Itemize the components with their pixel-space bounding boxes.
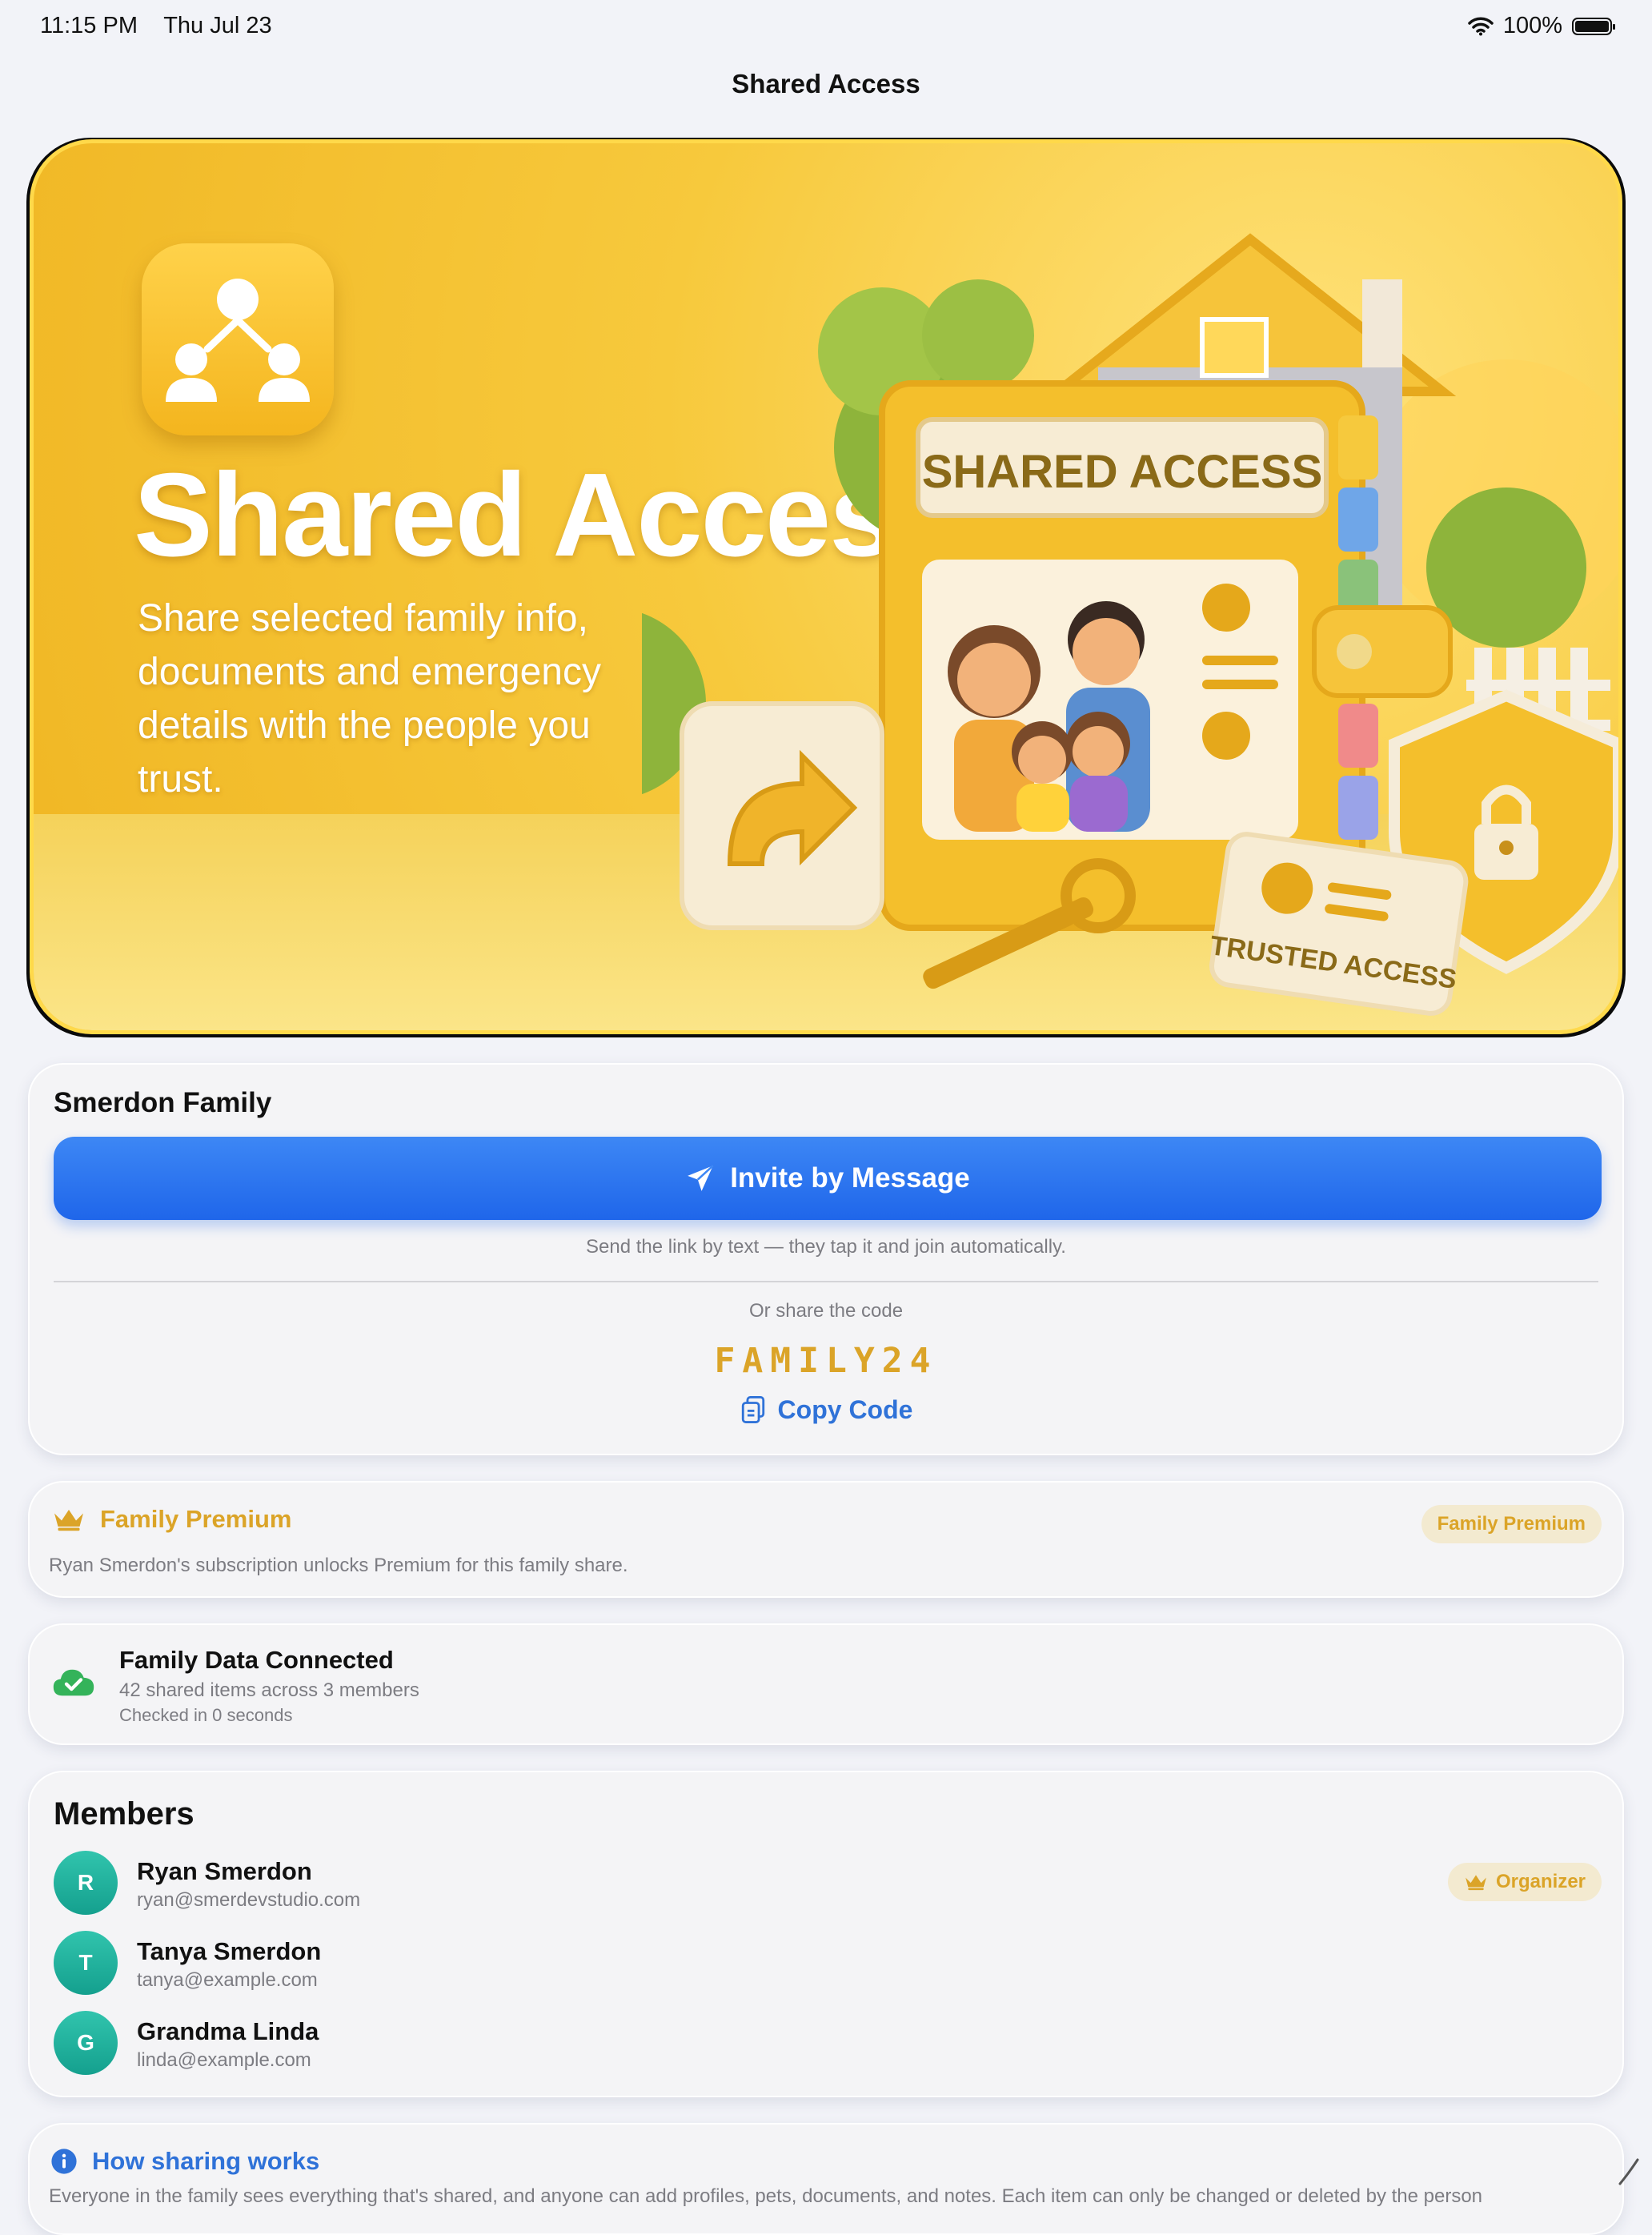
status-date: Thu Jul 23 <box>163 13 272 38</box>
folder-illustration: SHARED ACCESS <box>879 380 1453 931</box>
crown-icon <box>1466 1875 1486 1891</box>
crown-icon <box>54 1510 83 1531</box>
invite-by-message-button[interactable]: Invite by Message <box>54 1137 1602 1220</box>
member-row[interactable]: T Tanya Smerdon tanya@example.com <box>54 1931 1602 1998</box>
member-email: ryan@smerdevstudio.com <box>137 1889 361 1911</box>
sync-summary: 42 shared items across 3 members <box>119 1679 419 1701</box>
how-sharing-header[interactable]: How sharing works <box>50 2147 319 2176</box>
member-row[interactable]: G Grandma Linda linda@example.com <box>54 2011 1602 2078</box>
status-time: 11:15 PM Thu Jul 23 <box>40 13 272 39</box>
cloud-check-icon <box>53 1669 94 1696</box>
page-title: Shared Access <box>732 69 920 98</box>
premium-title: Family Premium <box>100 1505 292 1533</box>
members-title: Members <box>54 1796 194 1832</box>
family-name: Smerdon Family <box>54 1087 272 1118</box>
member-name: Grandma Linda <box>137 2017 319 2045</box>
share-code-label: Or share the code <box>748 1300 904 1322</box>
paper-plane-icon <box>688 1165 714 1191</box>
copy-icon <box>741 1396 764 1423</box>
family-premium-card: Family Premium Family Premium Ryan Smerd… <box>28 1481 1624 1598</box>
scroll-indicator[interactable] <box>1617 2155 1641 2187</box>
premium-header: Family Premium <box>52 1505 291 1534</box>
battery-percent: 100% <box>1502 13 1562 38</box>
wifi-icon <box>1468 17 1494 35</box>
status-bar: 11:15 PM Thu Jul 23 100% <box>0 0 1652 51</box>
family-folder-illustration: SHARED ACCESS TRUSTED ACCESS <box>642 233 1618 1016</box>
status-clock: 11:15 PM <box>40 13 138 38</box>
avatar: R <box>54 1851 118 1915</box>
role-label: Organizer <box>1495 1871 1586 1892</box>
member-row[interactable]: R Ryan Smerdon ryan@smerdevstudio.com Or… <box>54 1851 1602 1918</box>
divider <box>54 1281 1598 1282</box>
avatar: G <box>54 2011 118 2075</box>
premium-description: Ryan Smerdon's subscription unlocks Prem… <box>49 1555 628 1576</box>
people-network-icon <box>166 279 310 402</box>
how-sharing-description: Everyone in the family sees everything t… <box>49 2185 1483 2207</box>
member-email: tanya@example.com <box>137 1969 318 1991</box>
premium-badge: Family Premium <box>1421 1505 1602 1543</box>
member-email: linda@example.com <box>137 2049 311 2071</box>
copy-code-button[interactable]: Copy Code <box>30 1394 1622 1425</box>
how-sharing-works-card: How sharing works Everyone in the family… <box>28 2123 1624 2235</box>
status-indicators: 100% <box>1468 13 1615 39</box>
sync-title: Family Data Connected <box>119 1646 394 1674</box>
battery-icon <box>1572 17 1615 35</box>
invite-hint: Send the link by text — they tap it and … <box>586 1236 1066 1258</box>
copy-code-label: Copy Code <box>777 1394 913 1424</box>
sync-checked-time: Checked in 0 seconds <box>119 1705 293 1725</box>
shared-access-app-icon <box>142 243 334 435</box>
organizer-badge: Organizer <box>1447 1863 1602 1901</box>
avatar: T <box>54 1931 118 1995</box>
hero-subtitle: Share selected family info, documents an… <box>138 597 601 801</box>
member-name: Ryan Smerdon <box>137 1857 312 1885</box>
hero-banner: Shared Access Share selected family info… <box>26 138 1626 1037</box>
member-name: Tanya Smerdon <box>137 1937 322 1965</box>
how-sharing-title: How sharing works <box>92 2147 320 2175</box>
info-icon <box>51 2149 77 2174</box>
hero-illustration: Shared Access Share selected family info… <box>30 139 1622 1034</box>
members-card: Members R Ryan Smerdon ryan@smerdevstudi… <box>28 1771 1624 2097</box>
share-code: FAMILY24 <box>714 1341 938 1381</box>
invite-card: Smerdon Family Invite by Message Send th… <box>28 1063 1624 1455</box>
share-box-illustration <box>680 701 884 930</box>
invite-button-label: Invite by Message <box>730 1162 970 1194</box>
folder-label: SHARED ACCESS <box>922 446 1323 498</box>
family-data-status-card: Family Data Connected 42 shared items ac… <box>28 1623 1624 1745</box>
